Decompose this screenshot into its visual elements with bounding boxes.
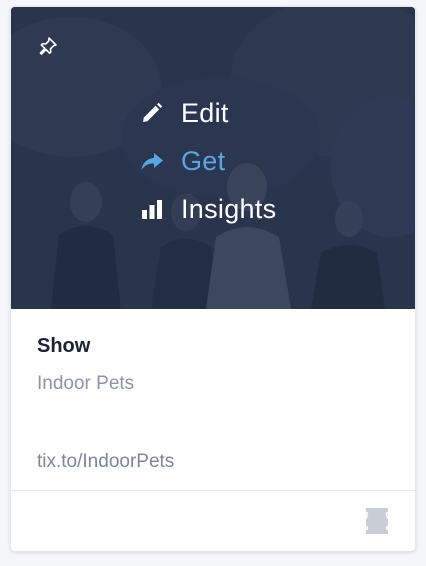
get-label: Get bbox=[181, 145, 226, 176]
insights-menu-item[interactable]: Insights bbox=[139, 185, 339, 233]
card-action-menu: Edit Get Insights bbox=[139, 89, 339, 233]
bar-chart-icon bbox=[139, 196, 165, 222]
share-arrow-icon bbox=[139, 148, 165, 174]
card-divider bbox=[11, 490, 415, 491]
edit-label: Edit bbox=[181, 97, 229, 128]
event-name: Indoor Pets bbox=[37, 373, 135, 394]
insights-label: Insights bbox=[181, 193, 277, 224]
pencil-icon bbox=[139, 100, 165, 126]
edit-menu-item[interactable]: Edit bbox=[139, 89, 339, 137]
card-type-label: Show bbox=[37, 335, 91, 357]
card-image: Edit Get Insights bbox=[11, 7, 415, 309]
ticket-icon[interactable] bbox=[365, 507, 391, 535]
event-card: Edit Get Insights Show Indoor Pets tix.t… bbox=[10, 6, 416, 552]
event-link[interactable]: tix.to/IndoorPets bbox=[37, 451, 174, 473]
pin-icon[interactable] bbox=[37, 35, 59, 57]
get-menu-item[interactable]: Get bbox=[139, 137, 339, 185]
